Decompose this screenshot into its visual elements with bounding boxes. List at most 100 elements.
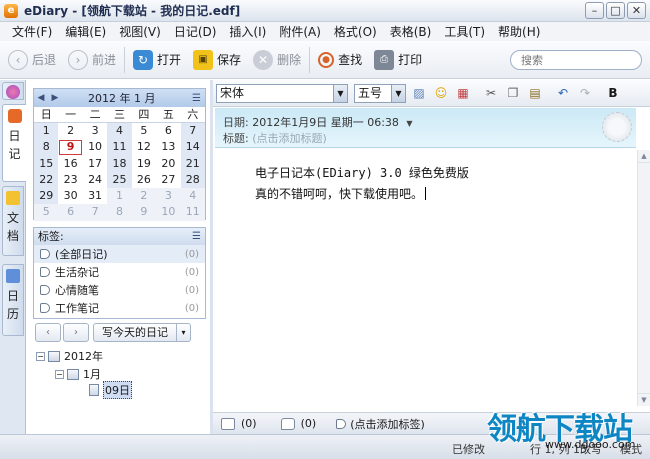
calendar-day[interactable]: 8: [34, 139, 59, 156]
calendar-day[interactable]: 19: [132, 156, 156, 172]
tab-diary[interactable]: 日 记: [2, 104, 26, 182]
delete-button[interactable]: ✕ 删除: [249, 45, 305, 75]
menu-table[interactable]: 表格(B): [377, 23, 432, 40]
next-month-icon[interactable]: ▶: [48, 93, 62, 103]
calendar-day-other-month[interactable]: 5: [34, 204, 59, 221]
redo-icon[interactable]: ↷: [576, 84, 594, 102]
tree-day-node[interactable]: 09日: [89, 381, 132, 399]
collapse-icon[interactable]: −: [55, 369, 64, 379]
calendar-day[interactable]: 31: [83, 188, 107, 204]
bold-button[interactable]: B: [604, 84, 622, 102]
emoticon-icon[interactable]: ☺: [432, 84, 450, 102]
calendar-day[interactable]: 24: [83, 172, 107, 188]
tab-palette[interactable]: [2, 82, 24, 100]
calendar-day-other-month[interactable]: 6: [58, 204, 83, 221]
calendar-day-other-month[interactable]: 11: [180, 204, 205, 221]
calendar-day[interactable]: 29: [34, 188, 59, 205]
menu-format[interactable]: 格式(O): [321, 23, 377, 40]
calendar-day[interactable]: 3: [83, 123, 107, 139]
print-button[interactable]: ⎙ 打印: [370, 45, 426, 75]
calendar-day[interactable]: 17: [83, 156, 107, 172]
tab-documents[interactable]: 文 档: [2, 186, 24, 256]
calendar-day-other-month[interactable]: 1: [107, 188, 132, 205]
maximize-button[interactable]: □: [606, 2, 625, 19]
collapse-icon[interactable]: −: [36, 351, 45, 361]
calendar-day[interactable]: 16: [58, 156, 82, 172]
menu-help[interactable]: 帮助(H): [485, 23, 540, 40]
date-value[interactable]: 2012年1月9日 星期一 06:38: [252, 116, 399, 129]
calendar-day[interactable]: 25: [107, 171, 132, 189]
copy-icon[interactable]: ❐: [504, 84, 522, 102]
calendar-day-other-month[interactable]: 3: [156, 188, 181, 205]
pane-splitter[interactable]: [210, 80, 213, 459]
calendar-day-other-month[interactable]: 4: [180, 188, 205, 205]
title-placeholder[interactable]: (点击添加标题): [252, 132, 327, 145]
tree-year-node[interactable]: − 2012年: [36, 348, 103, 364]
calendar-day[interactable]: 9: [58, 139, 82, 155]
next-entry-button[interactable]: ›: [63, 323, 89, 342]
calendar-day[interactable]: 21: [180, 155, 205, 172]
undo-icon[interactable]: ↶: [554, 84, 572, 102]
calendar-day[interactable]: 13: [156, 139, 180, 155]
calendar-day[interactable]: 2: [58, 123, 82, 139]
tag-item-all[interactable]: (全部日记) (0): [34, 245, 205, 263]
menu-attachment[interactable]: 附件(A): [266, 23, 321, 40]
font-size-select[interactable]: 五号 ▼: [354, 83, 406, 103]
open-button[interactable]: ↻ 打开: [129, 45, 185, 75]
attachments-button[interactable]: (0): [221, 417, 257, 430]
calendar-day[interactable]: 5: [132, 123, 156, 139]
find-button[interactable]: ● 查找: [314, 45, 366, 75]
diary-editor[interactable]: 电子日记本(EDiary) 3.0 绿色免费版 真的不错呵呵，快下载使用吧。: [215, 150, 636, 406]
tag-item-mood[interactable]: 心情随笔 (0): [34, 281, 205, 299]
back-button[interactable]: ‹ 后退: [4, 45, 60, 75]
prev-entry-button[interactable]: ‹: [35, 323, 61, 342]
editor-scrollbar[interactable]: ▲ ▼: [637, 150, 650, 406]
menu-insert[interactable]: 插入(I): [216, 23, 266, 40]
calendar-day-other-month[interactable]: 2: [131, 188, 157, 205]
comments-button[interactable]: (0): [280, 417, 316, 430]
menu-diary[interactable]: 日记(D): [161, 23, 217, 40]
forward-button[interactable]: › 前进: [64, 45, 120, 75]
scroll-up-icon[interactable]: ▲: [638, 150, 650, 163]
tags-menu-icon[interactable]: ☰: [192, 228, 201, 245]
tree-month-node[interactable]: − 1月: [55, 366, 101, 382]
minimize-button[interactable]: –: [585, 2, 604, 19]
menu-edit[interactable]: 编辑(E): [52, 23, 106, 40]
add-tag-button[interactable]: (点击添加标签): [336, 416, 425, 432]
calendar-day[interactable]: 28: [180, 171, 205, 189]
calendar-day-other-month[interactable]: 10: [156, 204, 181, 221]
calendar-day-other-month[interactable]: 7: [82, 204, 108, 221]
insert-table-icon[interactable]: ▦: [454, 84, 472, 102]
date-dropdown-icon[interactable]: ▼: [406, 119, 412, 128]
write-today-button[interactable]: 写今天的日记: [93, 323, 177, 342]
calendar-day[interactable]: 11: [107, 139, 132, 156]
menu-tools[interactable]: 工具(T): [431, 23, 485, 40]
calendar-day[interactable]: 15: [34, 155, 59, 172]
calendar-day[interactable]: 22: [34, 171, 59, 189]
calendar-day[interactable]: 26: [132, 172, 156, 188]
calendar-day-other-month[interactable]: 8: [107, 204, 132, 221]
prev-month-icon[interactable]: ◀: [34, 93, 48, 103]
insert-image-icon[interactable]: ▨: [410, 84, 428, 102]
search-input[interactable]: [510, 50, 642, 70]
calendar-day[interactable]: 12: [132, 139, 156, 155]
calendar-day[interactable]: 30: [58, 188, 82, 204]
calendar-day[interactable]: 14: [180, 139, 205, 156]
calendar-day[interactable]: 10: [83, 139, 107, 155]
calendar-day[interactable]: 18: [107, 155, 132, 172]
cut-icon[interactable]: ✂: [482, 84, 500, 102]
calendar-day[interactable]: 1: [34, 123, 59, 140]
weather-sun-icon[interactable]: [602, 112, 632, 142]
calendar-day-other-month[interactable]: 9: [131, 204, 157, 221]
save-button[interactable]: ▣ 保存: [189, 45, 245, 75]
calendar-day[interactable]: 23: [58, 172, 82, 188]
tag-item-life[interactable]: 生活杂记 (0): [34, 263, 205, 281]
calendar-day[interactable]: 20: [156, 156, 180, 172]
tag-item-work[interactable]: 工作笔记 (0): [34, 299, 205, 317]
calendar-menu-icon[interactable]: ☰: [192, 93, 201, 104]
write-today-dropdown[interactable]: ▾: [177, 323, 191, 342]
close-button[interactable]: ✕: [627, 2, 646, 19]
tab-calendar[interactable]: 日 历: [2, 264, 24, 336]
menu-view[interactable]: 视图(V): [106, 23, 161, 40]
calendar-day[interactable]: 6: [156, 123, 180, 139]
